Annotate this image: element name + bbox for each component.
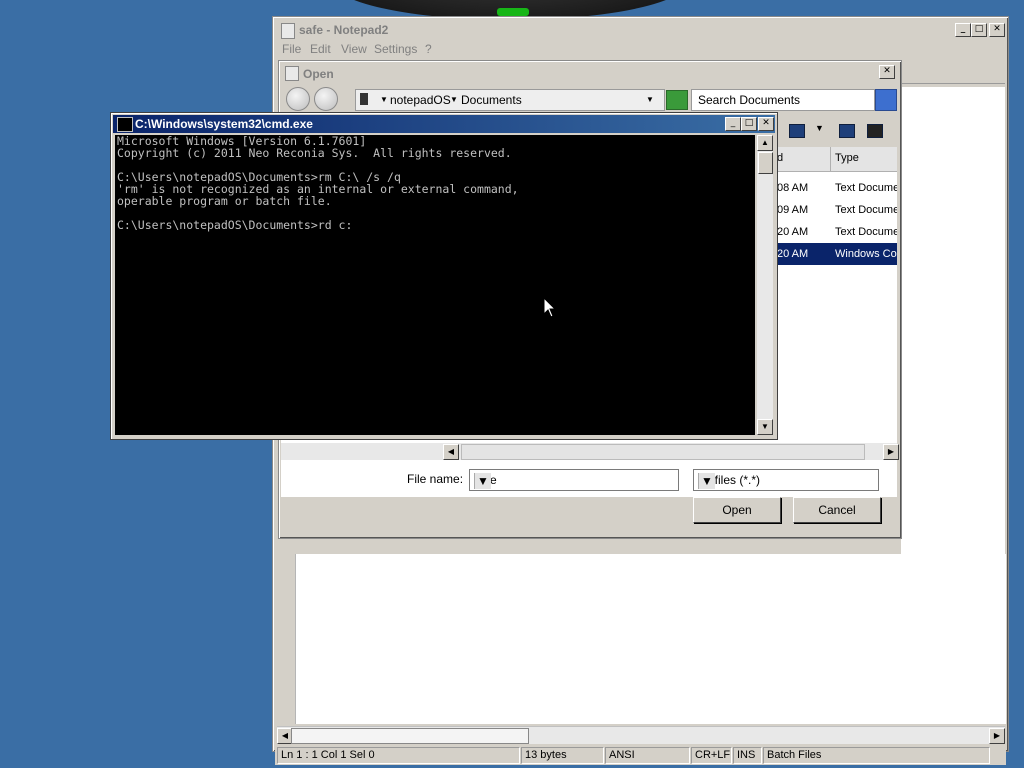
status-encoding[interactable]: ANSI [605, 747, 690, 764]
breadcrumb-arrow-icon: ▼ [450, 95, 458, 104]
file-name-dropdown-icon[interactable]: ▼ [474, 473, 491, 489]
menu-help[interactable]: ? [425, 42, 432, 56]
status-scheme[interactable]: Batch Files [763, 747, 990, 764]
scroll-right-arrow-icon[interactable]: ▶ [883, 444, 899, 460]
column-type[interactable]: Type [835, 152, 859, 164]
cmd-window: C:\Windows\system32\cmd.exe _ □ ✕ Micros… [110, 112, 778, 440]
view-toolbar: ▼ [787, 121, 899, 143]
open-dialog-titlebar[interactable]: Open ✕ [281, 63, 899, 83]
scrollbar-thumb[interactable] [461, 444, 865, 460]
row-date: 20 AM [777, 248, 809, 260]
address-bar[interactable]: ▼ notepadOS ▼ Documents ▼ [355, 89, 665, 111]
status-light-icon [497, 8, 529, 16]
dialog-close-button[interactable]: ✕ [879, 65, 895, 79]
breadcrumb-documents[interactable]: Documents [461, 93, 522, 107]
help-icon[interactable] [867, 124, 883, 138]
search-placeholder: Search Documents [698, 93, 801, 107]
scroll-left-arrow-icon[interactable]: ◀ [443, 444, 459, 460]
status-insert-mode[interactable]: INS [733, 747, 762, 764]
file-row-selected[interactable]: 20 AM Windows Co [777, 243, 897, 265]
file-row[interactable]: 08 AM Text Docume [777, 177, 897, 199]
cmd-close-button[interactable]: ✕ [758, 117, 774, 131]
breadcrumb-arrow-icon: ▼ [380, 95, 388, 104]
row-date: 09 AM [777, 204, 809, 216]
status-position: Ln 1 : 1 Col 1 Sel 0 [277, 747, 520, 764]
cmd-icon [117, 117, 133, 132]
cmd-output: Microsoft Windows [Version 6.1.7601] Cop… [117, 135, 519, 232]
views-icon[interactable] [789, 124, 805, 138]
cmd-minimize-button[interactable]: _ [725, 117, 741, 131]
open-dialog-icon [285, 66, 299, 81]
file-list-header: d Type [777, 147, 897, 172]
scroll-up-arrow-icon[interactable]: ▲ [757, 135, 773, 151]
menu-file[interactable]: File [282, 42, 301, 56]
file-name-label: File name: [407, 472, 464, 486]
file-type-select[interactable]: All files (*.*) ▼ [693, 469, 879, 491]
back-arrow-icon[interactable] [286, 87, 310, 111]
toolbar-strip [901, 61, 1005, 84]
maximize-button[interactable]: □ [971, 23, 987, 37]
row-type: Windows Co [835, 248, 897, 260]
row-date: 08 AM [777, 182, 809, 194]
close-button[interactable]: ✕ [989, 23, 1005, 37]
open-button[interactable]: Open [693, 497, 781, 523]
cmd-titlebar[interactable]: C:\Windows\system32\cmd.exe _ □ ✕ [113, 115, 775, 133]
file-row[interactable]: 20 AM Text Docume [777, 221, 897, 243]
cmd-maximize-button[interactable]: □ [741, 117, 757, 131]
file-type-dropdown-icon[interactable]: ▼ [698, 473, 715, 489]
search-icon[interactable] [875, 89, 897, 111]
row-type: Text Docume [835, 182, 897, 194]
breadcrumb-user[interactable]: notepadOS [390, 93, 451, 107]
scrollbar-thumb[interactable] [291, 728, 529, 744]
address-dropdown-icon[interactable]: ▼ [646, 95, 654, 104]
menu-view[interactable]: View [341, 42, 367, 56]
status-bar: Ln 1 : 1 Col 1 Sel 0 13 bytes ANSI CR+LF… [275, 745, 1006, 765]
minimize-button[interactable]: _ [955, 23, 971, 37]
forward-arrow-icon[interactable] [314, 87, 338, 111]
views-dropdown-icon[interactable]: ▼ [815, 123, 824, 133]
menu-bar: File Edit View Settings ? [275, 40, 1006, 58]
column-divider[interactable] [830, 147, 831, 171]
search-input[interactable]: Search Documents [691, 89, 875, 111]
row-type: Text Docume [835, 226, 897, 238]
row-date: 20 AM [777, 226, 809, 238]
preview-pane-icon[interactable] [839, 124, 855, 138]
file-list-horizontal-scrollbar[interactable]: ◀ ▶ [281, 443, 899, 460]
refresh-icon[interactable] [666, 90, 688, 110]
cmd-vertical-scrollbar[interactable]: ▲ ▼ [757, 135, 773, 435]
notepad-icon [281, 23, 295, 39]
file-name-input[interactable]: safe ▼ [469, 469, 679, 491]
mouse-cursor-icon [544, 298, 556, 318]
dialog-title: Open [303, 67, 334, 81]
status-line-endings[interactable]: CR+LF [691, 747, 732, 764]
status-size: 13 bytes [521, 747, 604, 764]
cmd-title: C:\Windows\system32\cmd.exe [135, 117, 313, 131]
menu-edit[interactable]: Edit [310, 42, 331, 56]
scroll-right-arrow-icon[interactable]: ▶ [989, 728, 1005, 744]
editor-horizontal-scrollbar[interactable]: ◀ ▶ [277, 726, 1005, 744]
row-type: Text Docume [835, 204, 897, 216]
menu-settings[interactable]: Settings [374, 42, 417, 56]
line-number-gutter [277, 554, 295, 724]
folder-icon [360, 93, 368, 105]
scroll-down-arrow-icon[interactable]: ▼ [757, 419, 773, 435]
cancel-button[interactable]: Cancel [793, 497, 881, 523]
notepad2-titlebar[interactable]: safe - Notepad2 _ □ ✕ [275, 19, 1006, 39]
editor-area[interactable] [295, 554, 1006, 724]
window-title: safe - Notepad2 [299, 23, 389, 37]
file-row[interactable]: 09 AM Text Docume [777, 199, 897, 221]
scrollbar-thumb[interactable] [758, 152, 773, 174]
cmd-console[interactable]: Microsoft Windows [Version 6.1.7601] Cop… [115, 135, 755, 435]
